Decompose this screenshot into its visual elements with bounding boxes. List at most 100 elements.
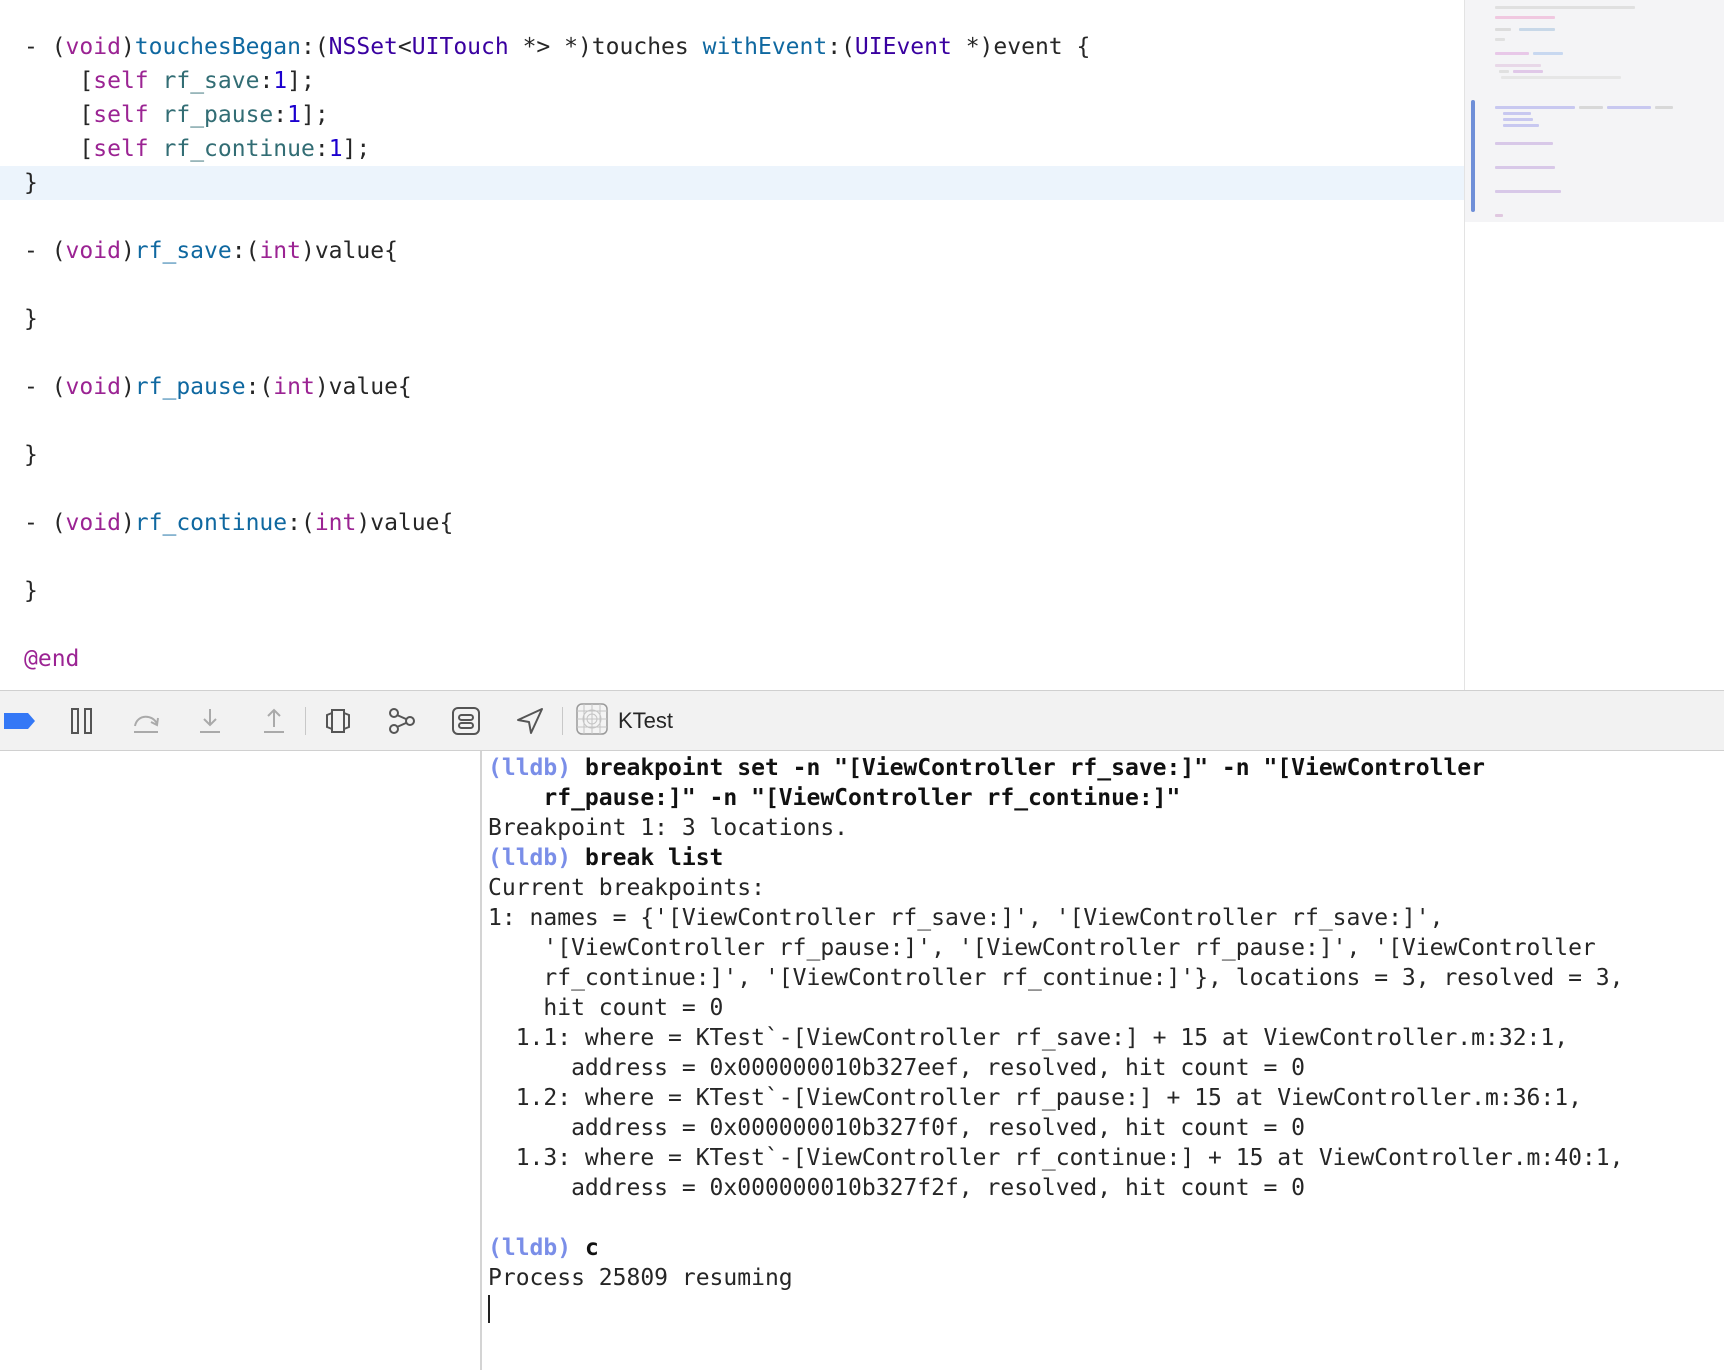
code-token: ) — [120, 34, 135, 60]
code-line[interactable] — [0, 336, 1464, 370]
code-line[interactable] — [0, 404, 1464, 438]
code-token: } — [24, 442, 38, 468]
environment-overrides-icon[interactable] — [446, 691, 486, 750]
app-target-selector[interactable]: KTest — [576, 691, 673, 750]
code-line[interactable] — [0, 540, 1464, 574]
console-line: (lldb) c — [488, 1233, 1724, 1263]
code-line[interactable]: } — [0, 166, 1464, 200]
code-token: *)event { — [951, 34, 1091, 60]
memory-graph-icon[interactable] — [382, 691, 422, 750]
code-token: int — [259, 238, 301, 264]
code-token: } — [24, 578, 38, 604]
code-line[interactable]: [self rf_continue:1]; — [0, 132, 1464, 166]
step-into-icon[interactable] — [190, 691, 230, 750]
code-token: :( — [827, 34, 855, 60]
code-token: - ( — [24, 374, 66, 400]
console-text: address = 0x000000010b327f0f, resolved, … — [488, 1115, 1305, 1141]
code-token: self — [93, 68, 149, 94]
code-line[interactable]: @end — [0, 642, 1464, 676]
code-token: :( — [300, 34, 329, 60]
source-editor[interactable]: - (void)touchesBegan:(NSSet<UITouch *> *… — [0, 0, 1464, 690]
console-line: address = 0x000000010b327f0f, resolved, … — [488, 1113, 1724, 1143]
console-line: address = 0x000000010b327eef, resolved, … — [488, 1053, 1724, 1083]
console-line: Current breakpoints: — [488, 873, 1724, 903]
code-line[interactable]: - (void)touchesBegan:(NSSet<UITouch *> *… — [0, 30, 1464, 64]
code-token: void — [65, 34, 121, 60]
code-line[interactable] — [0, 608, 1464, 642]
code-token: ) — [120, 238, 135, 264]
console-text: rf_continue:]', '[ViewController rf_cont… — [488, 965, 1624, 991]
console-text: c — [584, 1235, 599, 1261]
text-cursor — [488, 1294, 490, 1323]
console-text: rf_pause:]" -n "[ViewController rf_conti… — [488, 785, 1181, 811]
code-token: rf_save — [134, 238, 232, 264]
code-token: :( — [287, 510, 315, 536]
console-text: 1.2: where = KTest`-[ViewController rf_p… — [488, 1085, 1582, 1111]
console-line: (lldb) breakpoint set -n "[ViewControlle… — [488, 753, 1724, 783]
code-token: void — [65, 510, 121, 536]
code-token: ) — [120, 374, 135, 400]
code-line[interactable] — [0, 200, 1464, 234]
code-token: : — [314, 136, 329, 162]
code-token: UITouch — [411, 34, 509, 60]
code-token: } — [24, 170, 38, 196]
console-text: address = 0x000000010b327eef, resolved, … — [488, 1055, 1305, 1081]
console-text: Current breakpoints: — [488, 875, 765, 901]
code-line[interactable]: - (void)rf_pause:(int)value{ — [0, 370, 1464, 404]
minimap[interactable] — [1464, 0, 1724, 690]
code-token: ]; — [342, 136, 371, 162]
console-text: Process 25809 resuming — [488, 1265, 793, 1291]
code-token: rf_pause — [162, 102, 274, 128]
lldb-prompt: (lldb) — [488, 845, 585, 871]
location-icon[interactable] — [510, 691, 550, 750]
lldb-prompt: (lldb) — [488, 1235, 585, 1261]
code-line[interactable] — [0, 268, 1464, 302]
console-line: hit count = 0 — [488, 993, 1724, 1023]
code-token: self — [93, 102, 149, 128]
code-token: [ — [24, 102, 94, 128]
code-line[interactable]: [self rf_pause:1]; — [0, 98, 1464, 132]
console-text: 1.1: where = KTest`-[ViewController rf_s… — [488, 1025, 1569, 1051]
console-text: 1.3: where = KTest`-[ViewController rf_c… — [488, 1145, 1624, 1171]
code-line[interactable]: - (void)rf_continue:(int)value{ — [0, 506, 1464, 540]
code-token: int — [314, 510, 357, 536]
code-area[interactable]: - (void)touchesBegan:(NSSet<UITouch *> *… — [0, 30, 1464, 676]
console-line: 1.1: where = KTest`-[ViewController rf_s… — [488, 1023, 1724, 1053]
minimap-scroll-indicator — [1471, 100, 1475, 212]
code-line[interactable]: } — [0, 302, 1464, 336]
code-token: withEvent — [702, 34, 828, 60]
console-line: 1.3: where = KTest`-[ViewController rf_c… — [488, 1143, 1724, 1173]
code-line[interactable]: } — [0, 438, 1464, 472]
console-text: hit count = 0 — [488, 995, 724, 1021]
pause-icon[interactable] — [62, 691, 102, 750]
code-token: :( — [245, 374, 274, 400]
console-text: 1: names = {'[ViewController rf_save:]',… — [488, 905, 1444, 931]
console-input-line[interactable] — [488, 1293, 1724, 1323]
code-token: ]; — [287, 68, 315, 94]
lldb-console[interactable]: (lldb) breakpoint set -n "[ViewControlle… — [488, 753, 1724, 1370]
code-token: - ( — [24, 238, 66, 264]
code-token: 1 — [328, 136, 343, 162]
code-line[interactable] — [0, 472, 1464, 506]
debug-bar: KTest — [0, 690, 1724, 751]
breakpoints-toggle-icon[interactable] — [0, 691, 40, 750]
console-text: Breakpoint 1: 3 locations. — [488, 815, 849, 841]
code-line[interactable]: [self rf_save:1]; — [0, 64, 1464, 98]
step-out-icon[interactable] — [254, 691, 294, 750]
code-token: : — [273, 102, 288, 128]
code-token: rf_continue — [162, 136, 315, 162]
code-line[interactable]: } — [0, 574, 1464, 608]
view-hierarchy-icon[interactable] — [318, 691, 358, 750]
code-line[interactable]: - (void)rf_save:(int)value{ — [0, 234, 1464, 268]
console-line: address = 0x000000010b327f2f, resolved, … — [488, 1173, 1724, 1203]
variables-view[interactable] — [0, 751, 482, 1370]
code-token: [ — [24, 68, 94, 94]
console-line: 1: names = {'[ViewController rf_save:]',… — [488, 903, 1724, 933]
step-over-icon[interactable] — [126, 691, 166, 750]
code-token: } — [24, 306, 38, 332]
minimap-visible-region[interactable] — [1465, 0, 1724, 222]
